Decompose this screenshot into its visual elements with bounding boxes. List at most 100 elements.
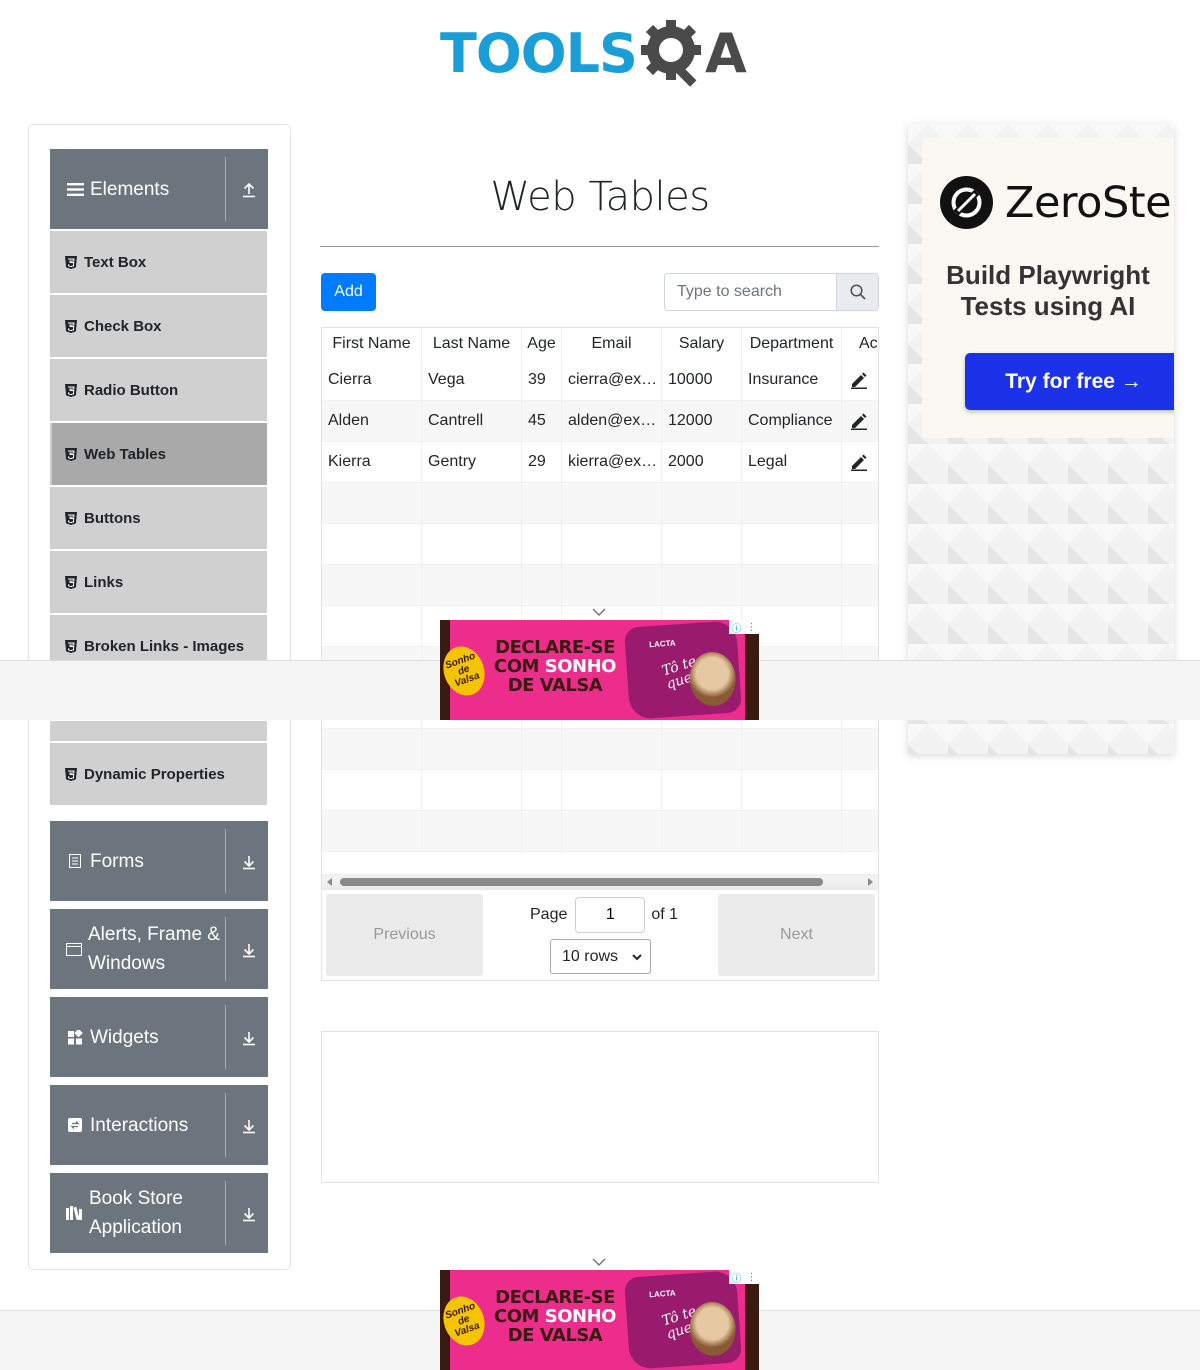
search-input[interactable] [665, 274, 836, 310]
collapse-arrow-up-icon[interactable] [236, 177, 262, 203]
column-header-department[interactable]: Department [742, 328, 842, 360]
menu-item-label: Links [84, 573, 124, 591]
scroll-left-arrow-icon[interactable] [327, 878, 332, 886]
page-total: of 1 [651, 906, 679, 923]
expand-arrow-down-icon[interactable] [236, 849, 262, 875]
menu-item-label: Radio Button [84, 381, 179, 399]
zerostep-ad-card: ZeroStep Build Playwright Tests using AI… [922, 138, 1174, 438]
form-icon [66, 854, 84, 868]
expand-arrow-down-icon[interactable] [236, 1201, 262, 1227]
logo-text-tools: TOOLS [440, 22, 638, 85]
menu-item-links[interactable]: Links [50, 551, 267, 613]
table-cell: 29 [522, 442, 562, 482]
menu-item-dynamic-properties[interactable]: Dynamic Properties [50, 743, 267, 805]
table-cell: Cantrell [422, 401, 522, 441]
window-icon [66, 942, 82, 956]
menu-item-text-box[interactable]: Text Box [50, 231, 267, 293]
try-for-free-button[interactable]: Try for free → [965, 353, 1174, 410]
menu-item-label: Text Box [84, 253, 147, 271]
expand-arrow-down-icon[interactable] [236, 937, 262, 963]
group-header-elements[interactable]: Elements [50, 149, 268, 229]
expand-arrow-down-icon[interactable] [236, 1025, 262, 1051]
column-header-last-name[interactable]: Last Name [422, 328, 522, 360]
ad-choices[interactable]: ⓘ ⋮ [729, 1270, 759, 1285]
table-cell: cierra@ex… [562, 360, 662, 400]
menu-item-label: Buttons [84, 509, 141, 527]
table-cell: Cierra [322, 360, 422, 400]
column-header-salary[interactable]: Salary [662, 328, 742, 360]
sonho-de-valsa-banner-ad[interactable]: Sonho de Valsa DECLARE-SE COM SONHO DE V… [440, 1270, 759, 1370]
table-cell: 39 [522, 360, 562, 400]
zerostep-name: ZeroStep [1005, 177, 1174, 228]
group-header-forms[interactable]: Forms [50, 821, 268, 901]
column-header-email[interactable]: Email [562, 328, 662, 360]
html5-icon [65, 319, 77, 333]
table-cell-action [842, 401, 878, 441]
column-header-action[interactable]: Ac [842, 328, 878, 360]
menu-item-check-box[interactable]: Check Box [50, 295, 267, 357]
menu-item-hidden[interactable] [50, 721, 267, 741]
html5-icon [65, 255, 77, 269]
ad-info-icon[interactable]: ⓘ [732, 620, 742, 635]
toolsqa-logo[interactable]: TOOLS A [440, 14, 770, 94]
table-cell: alden@ex… [562, 401, 662, 441]
more-options-icon[interactable]: ⋮ [747, 1272, 757, 1283]
empty-row [322, 770, 878, 811]
html5-icon [65, 767, 77, 781]
group-header-book-store[interactable]: Book Store Application [50, 1173, 268, 1253]
edit-pencil-icon[interactable] [850, 371, 868, 389]
ad-choices[interactable]: ⓘ ⋮ [729, 620, 759, 635]
bonbon-image: LACTA Tô te querendo [623, 620, 743, 720]
menu-item-buttons[interactable]: Buttons [50, 487, 267, 549]
more-options-icon[interactable]: ⋮ [747, 622, 757, 633]
search-button[interactable] [836, 274, 878, 310]
table-row: Alden Cantrell 45 alden@ex… 12000 Compli… [322, 401, 878, 442]
banner-headline: DECLARE-SE COM SONHO DE VALSA [492, 638, 618, 695]
table-cell: Vega [422, 360, 522, 400]
html5-icon [65, 447, 77, 461]
sonho-de-valsa-banner-ad[interactable]: Sonho de Valsa DECLARE-SE COM SONHO DE V… [440, 620, 759, 720]
rows-per-page-select[interactable]: 10 rows [550, 939, 651, 974]
chevron-down-icon[interactable] [591, 1257, 607, 1267]
title-divider [320, 246, 879, 247]
ad-info-icon[interactable]: ⓘ [732, 1270, 742, 1285]
page-number-input[interactable] [575, 897, 646, 933]
add-button[interactable]: Add [321, 273, 376, 311]
previous-button[interactable]: Previous [326, 894, 483, 976]
table-cell: Legal [742, 442, 842, 482]
group-header-interactions[interactable]: Interactions [50, 1085, 268, 1165]
menu-item-web-tables[interactable]: Web Tables [50, 423, 267, 485]
column-header-first-name[interactable]: First Name [322, 328, 422, 360]
html5-icon [65, 575, 77, 589]
table-cell: Compliance [742, 401, 842, 441]
rows-per-page-value: 10 rows [562, 947, 619, 965]
edit-pencil-icon[interactable] [850, 412, 868, 430]
expand-arrow-down-icon[interactable] [236, 1113, 262, 1139]
banner-headline: DECLARE-SE COM SONHO DE VALSA [492, 1288, 618, 1345]
group-divider [225, 1005, 226, 1069]
edit-pencil-icon[interactable] [850, 453, 868, 471]
scrollbar-thumb[interactable] [340, 878, 823, 886]
table-cell: Alden [322, 401, 422, 441]
table-header: First Name Last Name Age Email Salary De… [322, 328, 878, 360]
table-cell: 2000 [662, 442, 742, 482]
horizontal-scrollbar[interactable] [322, 874, 878, 890]
page-title: Web Tables [490, 174, 710, 220]
menu-item-label: Broken Links - Images [84, 637, 245, 655]
next-button[interactable]: Next [718, 894, 875, 976]
html5-icon [65, 383, 77, 397]
menu-item-radio-button[interactable]: Radio Button [50, 359, 267, 421]
group-header-alerts-frame-windows[interactable]: Alerts, Frame & Windows [50, 909, 268, 989]
lacta-brand: LACTA [648, 1288, 676, 1300]
group-header-widgets[interactable]: Widgets [50, 997, 268, 1077]
table-body: Cierra Vega 39 cierra@ex… 10000 Insuranc… [322, 360, 878, 852]
pagination: Previous Page of 1 10 rows Next [322, 890, 878, 980]
column-header-age[interactable]: Age [522, 328, 562, 360]
scroll-right-arrow-icon[interactable] [868, 878, 873, 886]
group-header-label: Book Store Application [89, 1188, 183, 1238]
chevron-down-icon[interactable] [591, 607, 607, 617]
table-cell: kierra@ex… [562, 442, 662, 482]
group-header-label: Interactions [90, 1114, 189, 1136]
empty-row [322, 524, 878, 565]
books-icon [66, 1206, 83, 1220]
